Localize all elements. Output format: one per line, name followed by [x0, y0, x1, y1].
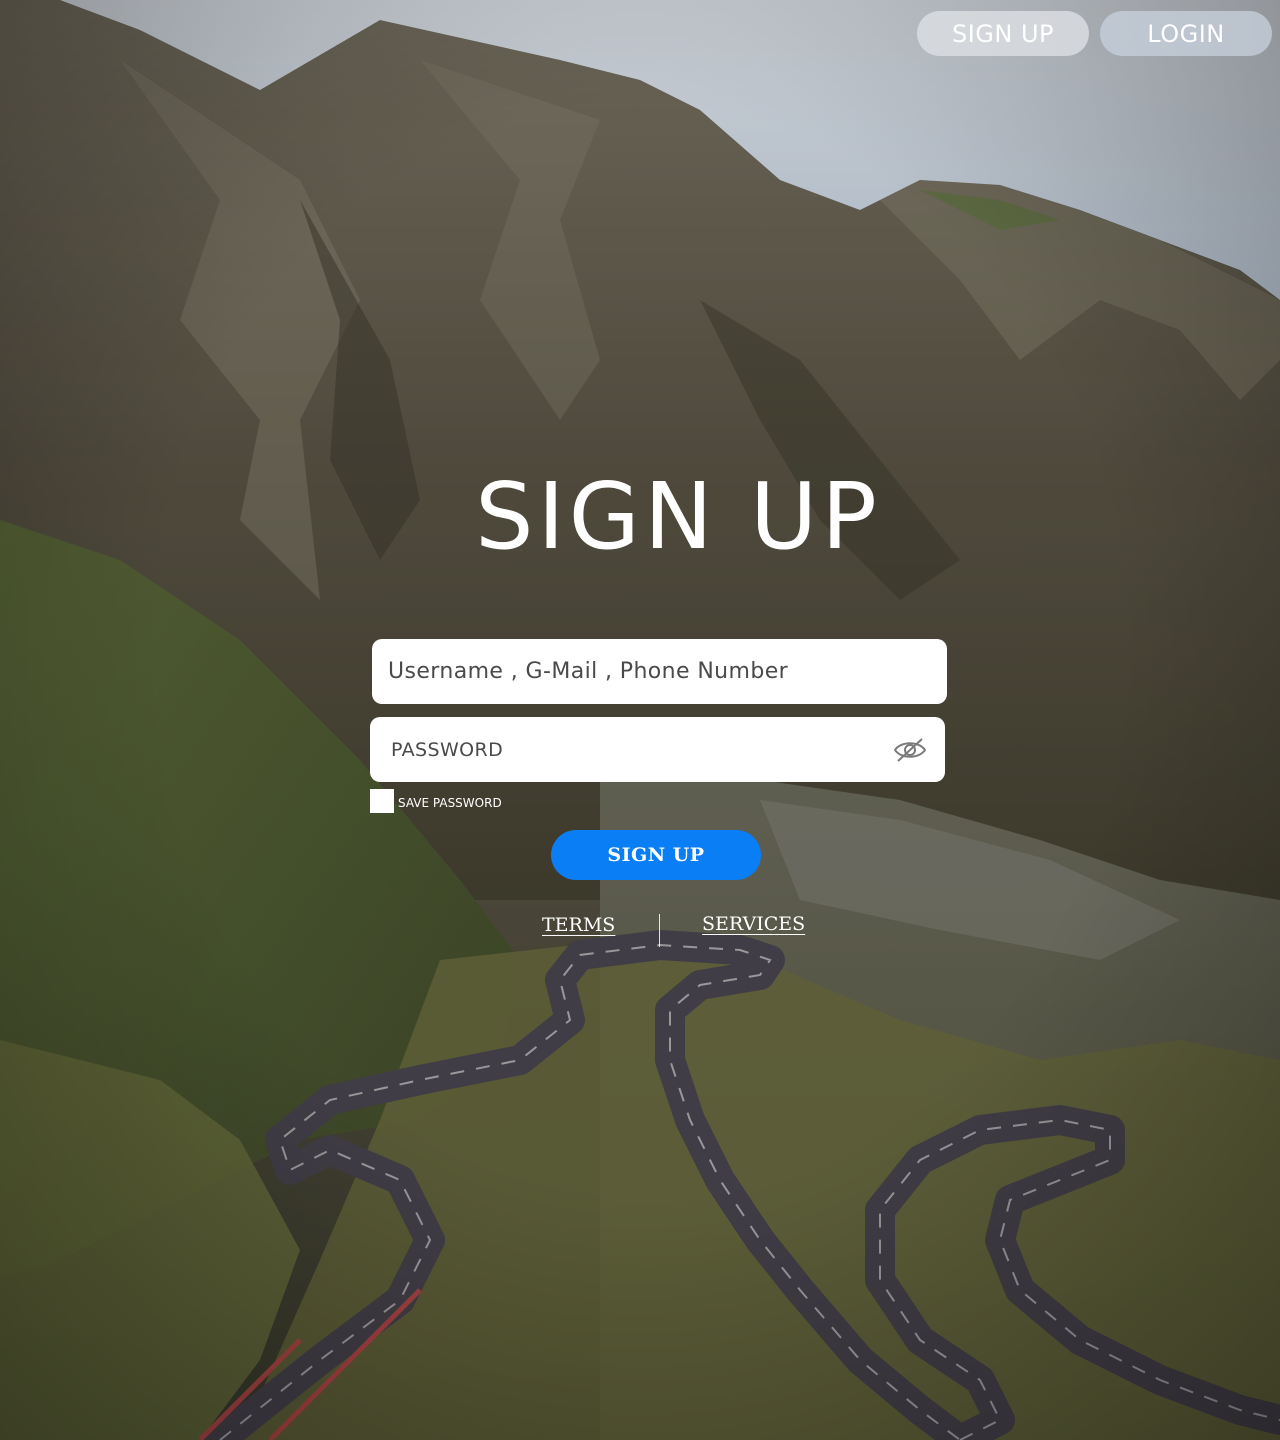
password-field-container — [370, 717, 945, 782]
links-divider — [659, 914, 660, 947]
eye-slash-icon[interactable] — [893, 737, 927, 763]
password-input[interactable] — [389, 737, 893, 762]
save-password-label: SAVE PASSWORD — [398, 795, 502, 810]
save-password-checkbox[interactable] — [370, 789, 394, 813]
nav-login-button[interactable]: LOGIN — [1100, 11, 1272, 56]
nav-signup-button[interactable]: SIGN UP — [917, 11, 1089, 56]
terms-link[interactable]: TERMS — [542, 914, 615, 936]
page-title: SIGN UP — [475, 463, 881, 570]
username-field-container — [372, 639, 947, 704]
username-input[interactable] — [386, 658, 933, 685]
top-nav: SIGN UP LOGIN — [917, 11, 1272, 56]
save-password-row: SAVE PASSWORD — [370, 789, 502, 813]
footer-links: TERMS SERVICES — [540, 913, 810, 947]
signup-submit-button[interactable]: SIGN UP — [551, 830, 761, 880]
services-link[interactable]: SERVICES — [702, 913, 805, 935]
